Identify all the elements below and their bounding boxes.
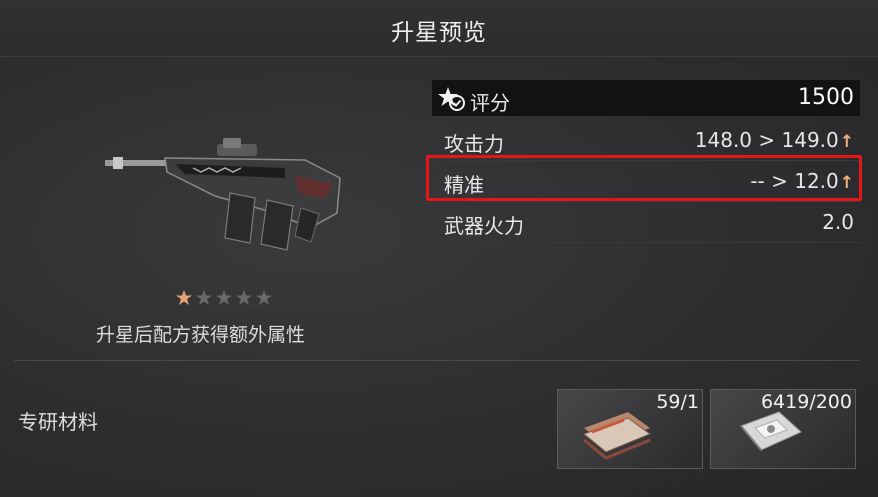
title-bar: 升星预览: [0, 0, 878, 57]
rifle-icon: [105, 138, 345, 262]
star-caption: 升星后配方获得额外属性: [96, 324, 306, 346]
star-check-icon: [438, 86, 466, 116]
material-count-1: 59/1: [656, 391, 699, 413]
star-filled-icon: [176, 290, 192, 305]
material-slot-1[interactable]: 59/1: [557, 389, 703, 469]
attack-value: 148.0 > 149.0↑: [695, 128, 854, 152]
firepower-label: 武器火力: [444, 214, 524, 238]
star-rating: [176, 290, 272, 306]
score-value: 1500: [798, 85, 854, 110]
score-label: 评分: [470, 91, 510, 115]
blueprint-bundle-icon: [578, 402, 658, 466]
star-empty-icon: [236, 290, 252, 305]
divider: [14, 360, 860, 361]
material-slot-2[interactable]: 6419/200: [710, 389, 856, 469]
material-count-2: 6419/200: [760, 391, 852, 413]
star-empty-icon: [256, 290, 272, 305]
attack-value-text: 148.0 > 149.0: [694, 128, 839, 152]
star-empty-icon: [196, 290, 212, 305]
firepower-value: 2.0: [822, 210, 854, 234]
page-title: 升星预览: [391, 20, 487, 46]
stat-row-score: 评分 1500: [432, 80, 860, 116]
attack-label: 攻击力: [444, 132, 504, 156]
star-empty-icon: [216, 290, 232, 305]
accuracy-highlight-box: [426, 155, 862, 201]
materials-label: 专研材料: [18, 410, 98, 434]
stat-row-firepower: 武器火力 2.0: [432, 202, 860, 243]
arrow-up-icon: ↑: [839, 132, 854, 152]
